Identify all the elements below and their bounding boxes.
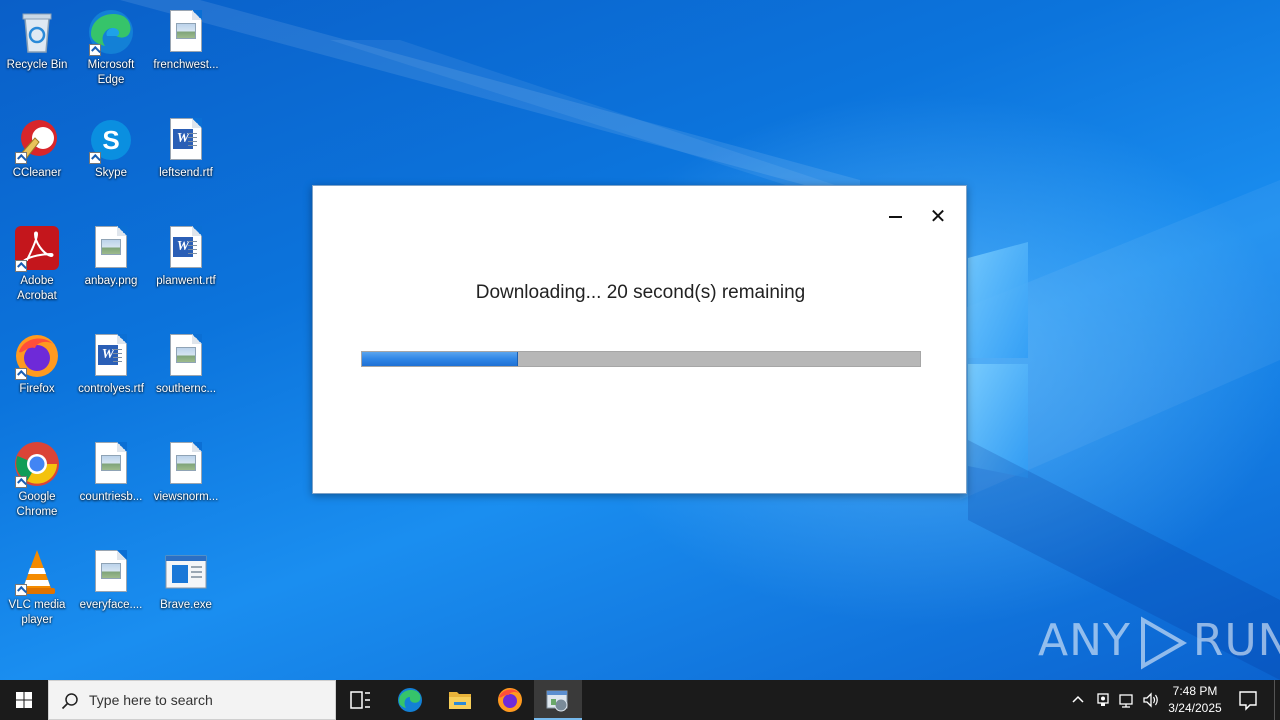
desktop-icon-microsoft-edge[interactable]: Microsoft Edge [74,8,148,88]
acrobat-icon [13,224,61,272]
search-placeholder: Type here to search [89,692,213,708]
windows-logo-icon [16,692,32,708]
desktop-icon-frenchwest[interactable]: frenchwest... [149,8,223,73]
clock-time: 7:48 PM [1172,684,1218,698]
ethernet-icon[interactable] [1117,690,1137,710]
desktop-icon-label: Google Chrome [16,491,58,518]
image-file-icon [162,440,210,488]
desktop-icon-anbay-png[interactable]: anbay.png [74,224,148,289]
download-progress-fill [362,352,519,366]
skype-icon: S [87,116,135,164]
desktop-icon-label: Firefox [19,383,55,395]
desktop-icon-label: Skype [95,167,127,179]
vlc-icon [13,548,61,596]
desktop-icon-southernc[interactable]: southernc... [149,332,223,397]
desktop-icon-label: planwent.rtf [156,275,216,287]
desktop-icon-viewsnorm[interactable]: viewsnorm... [149,440,223,505]
play-logo-icon [1140,616,1187,670]
desktop-icon-label: Adobe Acrobat [17,275,57,302]
minimize-button[interactable] [885,206,907,228]
desktop-icon-planwent-rtf[interactable]: W planwent.rtf [149,224,223,289]
taskbar-search-box[interactable]: Type here to search [48,680,336,720]
exe-file-icon [162,548,210,596]
image-file-icon [162,332,210,380]
desktop-icon-label: Brave.exe [160,599,212,611]
image-file-icon [87,440,135,488]
word-doc-icon: W [162,224,210,272]
file-explorer-icon [449,692,471,709]
desktop-icon-vlc[interactable]: VLC media player [0,548,74,628]
taskbar-firefox-button[interactable] [486,680,534,720]
watermark-text-right: RUN [1192,615,1280,666]
desktop-icon-label: Recycle Bin [6,59,68,71]
anyrun-watermark: ANY RUN [1038,610,1280,672]
desktop-icon-everyface[interactable]: everyface.... [74,548,148,613]
installer-icon [546,690,568,712]
edge-icon [87,8,135,56]
clock-date: 3/24/2025 [1168,701,1222,715]
desktop-icon-firefox[interactable]: Firefox [0,332,74,397]
network-status-icon[interactable] [1093,690,1113,710]
download-progress-bar [361,351,921,367]
chevron-up-icon[interactable] [1068,690,1088,710]
desktop-icon-brave-exe[interactable]: Brave.exe [149,548,223,613]
desktop-icon-label: viewsnorm... [153,491,219,503]
desktop-icon-skype[interactable]: S Skype [74,116,148,181]
firefox-icon [498,688,522,712]
firefox-icon [13,332,61,380]
close-button[interactable]: ✕ [927,205,949,227]
desktop-icon-label: VLC media player [8,599,66,626]
desktop-icon-label: leftsend.rtf [159,167,213,179]
image-file-icon [162,8,210,56]
desktop-icon-label: CCleaner [12,167,62,179]
desktop-icon-label: everyface.... [79,599,143,611]
desktop-icon-countriesb[interactable]: countriesb... [74,440,148,505]
desktop-icon-label: southernc... [155,383,217,395]
desktop-icon-label: frenchwest... [153,59,219,71]
taskbar-installer-button[interactable] [534,680,582,720]
download-dialog: ✕ Downloading... 20 second(s) remaining [312,185,967,494]
edge-icon [398,688,422,712]
taskbar-edge-button[interactable] [386,680,434,720]
svg-text:S: S [102,125,119,155]
search-icon [61,693,78,710]
watermark-text-left: ANY [1038,615,1131,666]
desktop-icon-controlyes-rtf[interactable]: W controlyes.rtf [74,332,148,397]
chrome-icon [13,440,61,488]
word-doc-icon: W [162,116,210,164]
start-button[interactable] [0,680,48,720]
notification-icon [1239,691,1257,711]
image-file-icon [87,224,135,272]
desktop-icon-label: countriesb... [79,491,143,503]
task-view-icon [350,691,370,709]
desktop-icon-ccleaner[interactable]: CCleaner [0,116,74,181]
notification-center-button[interactable] [1228,680,1268,720]
desktop-icon-recycle-bin[interactable]: Recycle Bin [0,8,74,73]
task-view-button[interactable] [336,680,384,720]
desktop-icon-label: Microsoft Edge [87,59,135,86]
desktop-icon-adobe-acrobat[interactable]: Adobe Acrobat [0,224,74,304]
ccleaner-icon [13,116,61,164]
desktop-icon-leftsend-rtf[interactable]: W leftsend.rtf [149,116,223,181]
desktop-icon-label: controlyes.rtf [78,383,144,395]
image-file-icon [87,548,135,596]
desktop-icon-label: anbay.png [84,275,138,287]
volume-icon[interactable] [1141,690,1161,710]
taskbar-file-explorer-button[interactable] [436,680,484,720]
taskbar-clock[interactable]: 7:48 PM 3/24/2025 [1160,683,1230,717]
word-doc-icon: W [87,332,135,380]
desktop-icon-google-chrome[interactable]: Google Chrome [0,440,74,520]
download-status-text: Downloading... 20 second(s) remaining [475,282,806,303]
taskbar: Type here to search 7:48 PM 3/24/2025 [0,680,1280,720]
recycle-bin-icon [13,8,61,56]
show-desktop-button[interactable] [1274,680,1280,720]
